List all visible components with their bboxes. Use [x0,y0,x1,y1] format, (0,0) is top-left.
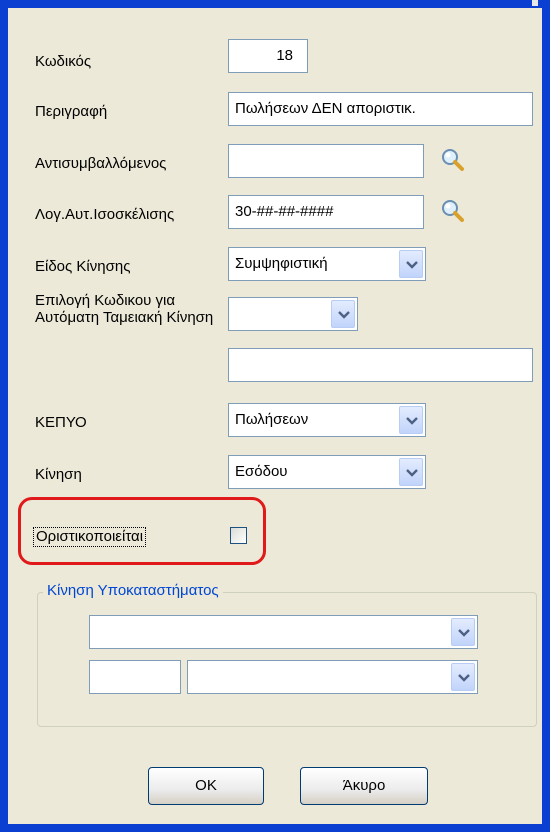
chevron-down-icon [458,674,470,682]
counterparty-field[interactable] [228,144,424,178]
auto-cash-text-field[interactable] [228,348,533,382]
balancing-account-search-icon[interactable] [440,198,466,224]
branch-movement-group-title: Κίνηση Υποκαταστήματος [43,582,223,600]
chevron-down-icon [458,629,470,637]
branch-select-2-dropdown-button[interactable] [451,663,475,691]
counterparty-label: Αντισυμβαλλόμενος [35,155,167,172]
window-frame-left [0,0,8,832]
movement-type-label: Είδος Κίνησης [35,258,131,275]
chevron-down-icon [338,311,350,319]
kepyo-select[interactable]: Πωλήσεων [228,403,426,437]
movement-type-dropdown-button[interactable] [399,250,423,278]
auto-cash-select[interactable] [228,297,358,331]
cancel-button[interactable]: Άκυρο [300,767,428,805]
kepyo-label: ΚΕΠΥΟ [35,414,87,431]
window-frame-top [0,0,550,8]
auto-cash-dropdown-button[interactable] [331,300,355,328]
description-field[interactable]: Πωλήσεων ΔΕΝ αποριστικ. [228,92,533,126]
finalized-label: Οριστικοποιείται [33,527,147,547]
auto-cash-label: Επιλογή Κωδικου για Αυτόματη Ταμειακή Κί… [35,292,214,326]
balancing-account-field[interactable]: 30-##-##-#### [228,195,424,229]
ok-button[interactable]: OK [148,767,264,805]
chevron-down-icon [406,261,418,269]
chevron-down-icon [406,469,418,477]
finalized-checkbox[interactable] [230,527,247,544]
code-label: Κωδικός [35,53,92,70]
movement-dropdown-button[interactable] [399,458,423,486]
kepyo-dropdown-button[interactable] [399,406,423,434]
chevron-down-icon [406,417,418,425]
window-frame-right [542,0,550,832]
movement-value: Εσόδου [235,463,288,480]
counterparty-search-icon[interactable] [440,147,466,173]
branch-code-field[interactable] [89,660,181,694]
balancing-account-label: Λογ.Αυτ.Ισοσκέλισης [35,206,175,223]
window-frame-bottom [0,824,550,832]
kepyo-value: Πωλήσεων [235,411,309,428]
movement-type-value: Συμψηφιστική [235,255,328,272]
description-label: Περιγραφή [35,103,108,120]
title-bar-remnant [532,0,538,6]
branch-select-1[interactable] [89,615,478,649]
movement-label: Κίνηση [35,466,82,483]
movement-select[interactable]: Εσόδου [228,455,426,489]
branch-select-1-dropdown-button[interactable] [451,618,475,646]
movement-type-select[interactable]: Συμψηφιστική [228,247,426,281]
code-field[interactable]: 18 [228,39,308,73]
branch-select-2[interactable] [187,660,478,694]
